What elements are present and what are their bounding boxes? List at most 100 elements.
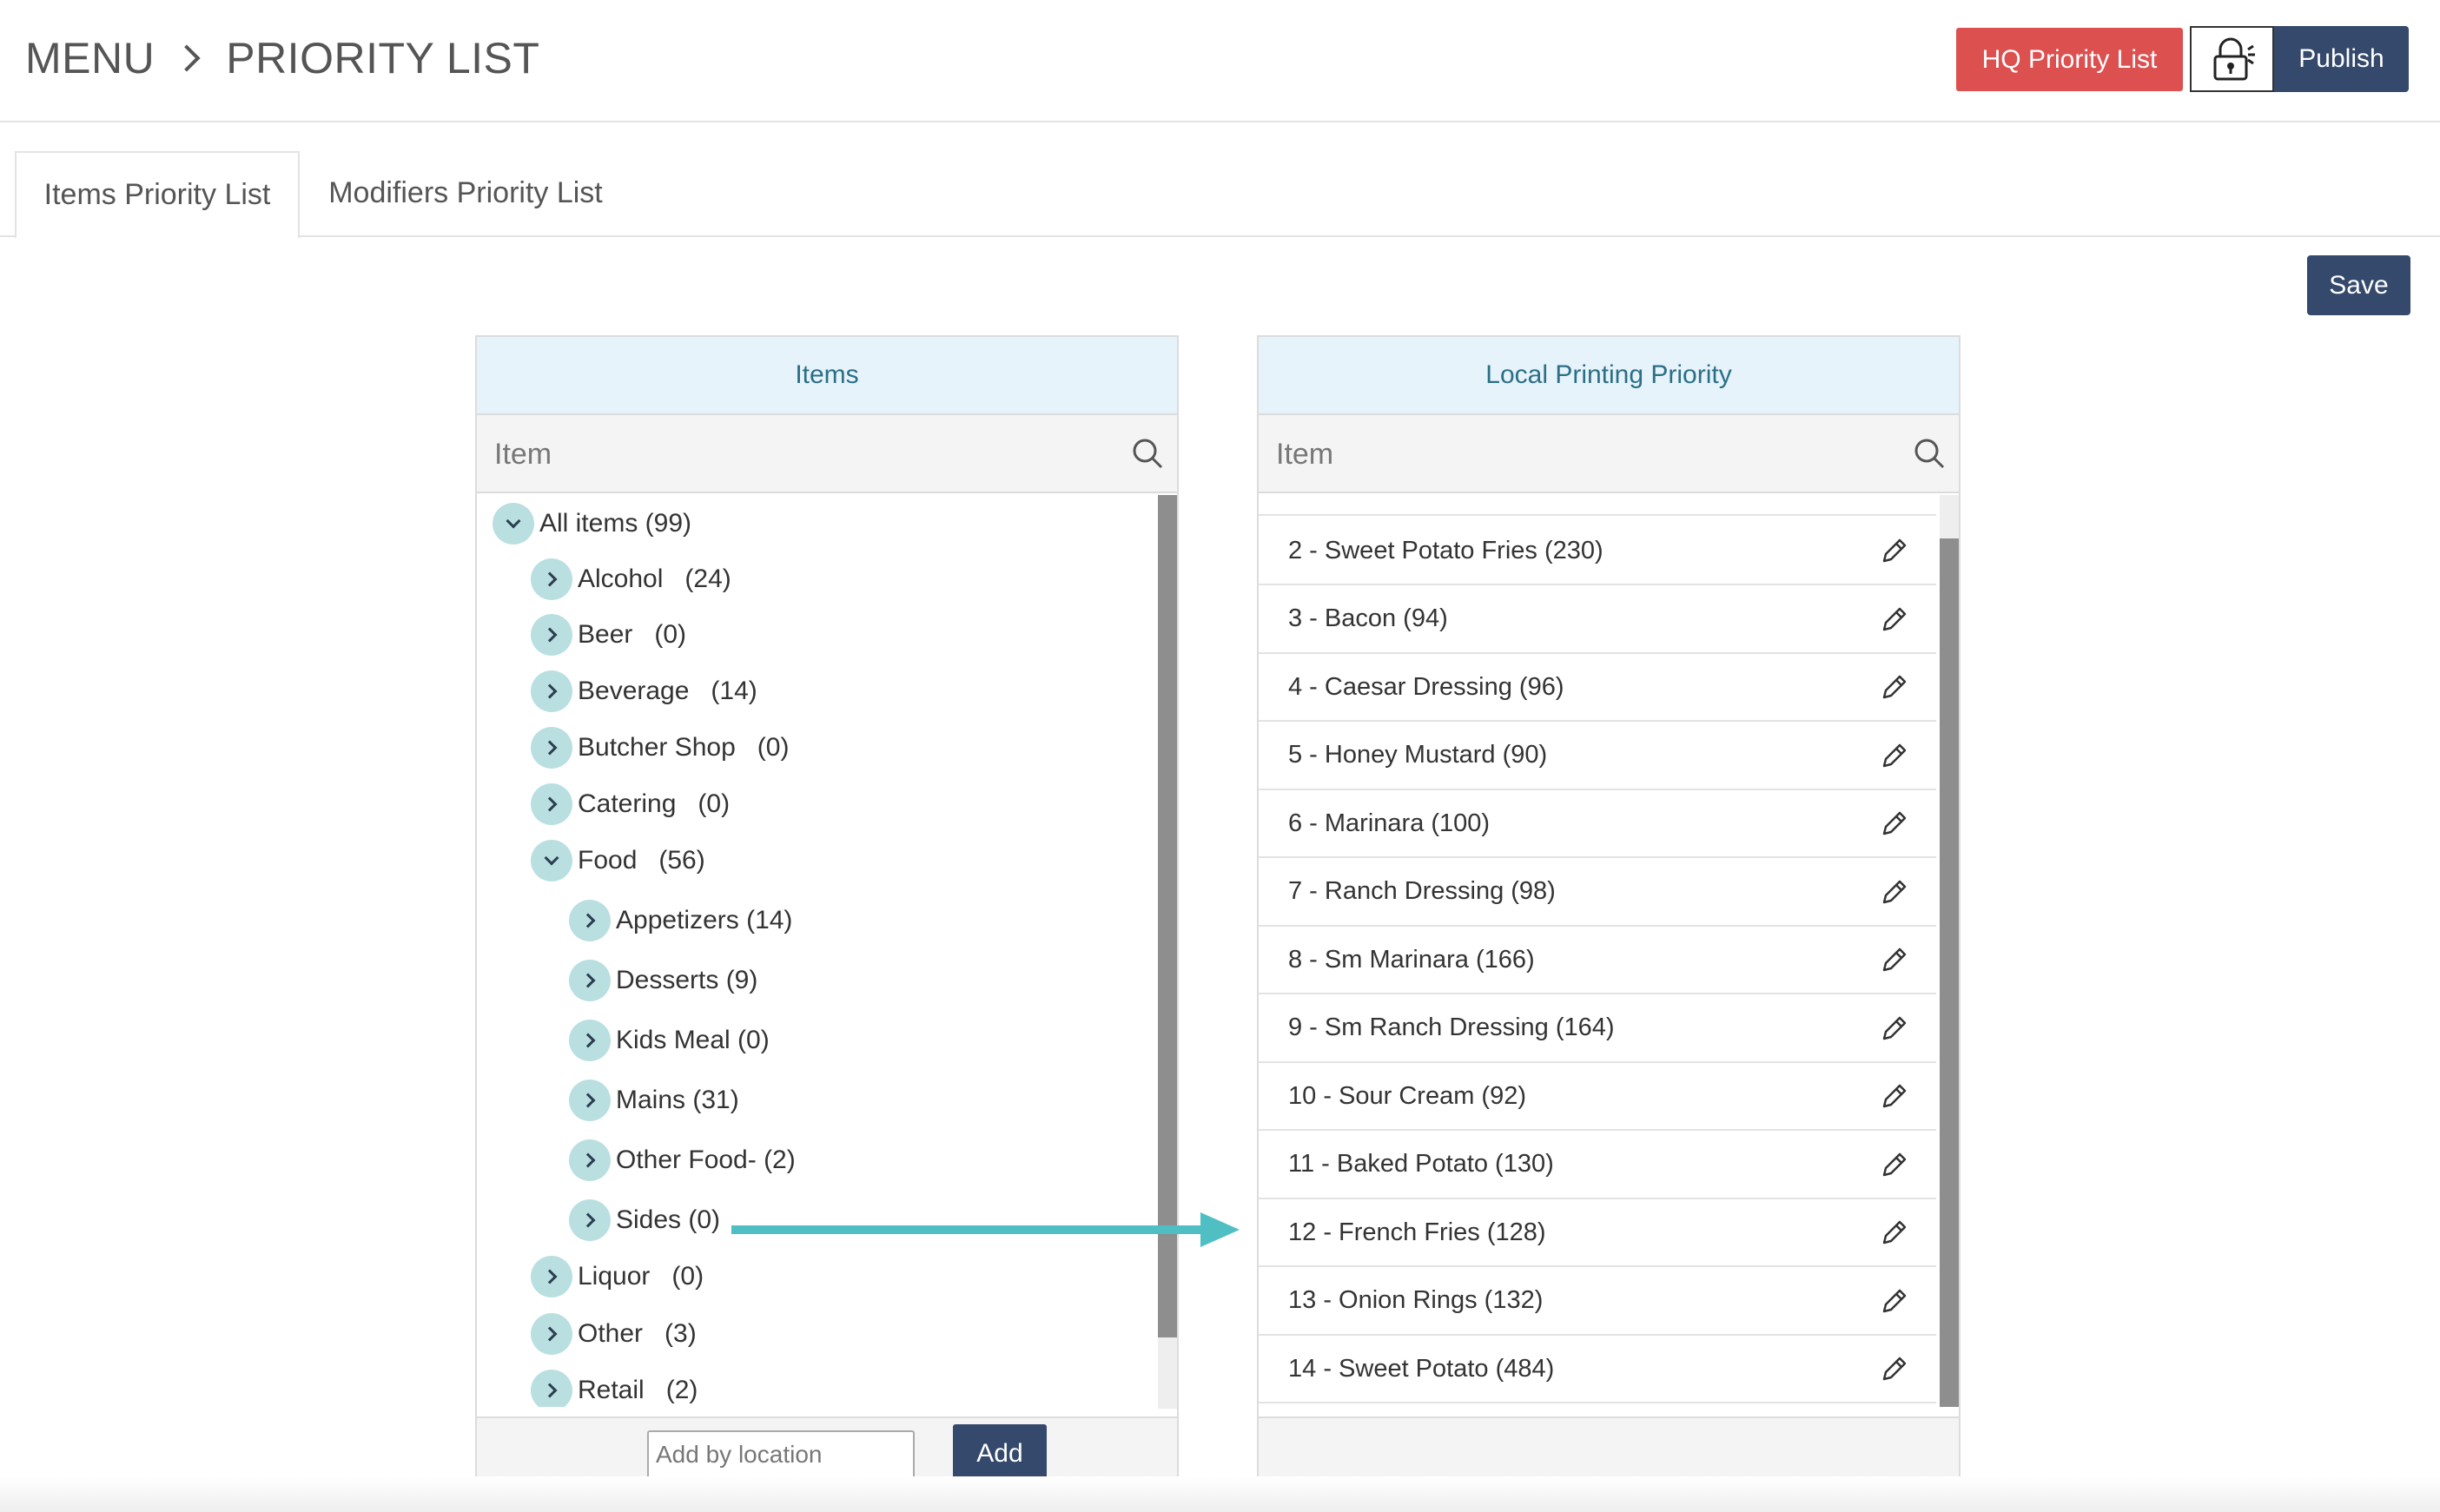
list-item[interactable]: 13 - Onion Rings (132) bbox=[1259, 1268, 1936, 1336]
tab-bar: Items Priority List Modifiers Priority L… bbox=[0, 151, 2440, 239]
chevron-down-icon[interactable] bbox=[493, 503, 534, 545]
tree-item-label: Other (3) bbox=[578, 1319, 697, 1348]
list-item[interactable]: 3 - Bacon (94) bbox=[1259, 586, 1936, 654]
list-item[interactable]: 10 - Sour Cream (92) bbox=[1259, 1063, 1936, 1131]
add-by-location-input[interactable] bbox=[647, 1430, 915, 1479]
priority-scrollbar-thumb[interactable] bbox=[1940, 538, 1959, 1407]
list-item-label: 2 - Sweet Potato Fries (230) bbox=[1288, 536, 1604, 565]
tree-item[interactable]: Other (3) bbox=[531, 1312, 697, 1356]
pencil-icon[interactable] bbox=[1879, 671, 1910, 703]
tree-item[interactable]: Kids Meal (0) bbox=[569, 1019, 770, 1062]
pencil-icon[interactable] bbox=[1879, 1149, 1910, 1180]
tree-item-label: Beer (0) bbox=[578, 620, 687, 649]
tree-item[interactable]: Mains (31) bbox=[569, 1079, 739, 1122]
tree-item[interactable]: Appetizers (14) bbox=[569, 899, 792, 942]
tree-item[interactable]: Food (56) bbox=[531, 839, 705, 882]
list-item[interactable]: 5 - Honey Mustard (90) bbox=[1259, 723, 1936, 790]
tab-items-priority-list[interactable]: Items Priority List bbox=[15, 151, 300, 239]
items-search-row bbox=[477, 415, 1177, 493]
tree-item-label: Butcher Shop (0) bbox=[578, 733, 790, 762]
tree-item[interactable]: Liquor (0) bbox=[531, 1255, 704, 1298]
pencil-icon[interactable] bbox=[1879, 1353, 1910, 1384]
lock-icon bbox=[2213, 37, 2255, 81]
list-item[interactable]: 9 - Sm Ranch Dressing (164) bbox=[1259, 995, 1936, 1063]
priority-search-input[interactable] bbox=[1276, 424, 1849, 485]
list-item[interactable]: 7 - Ranch Dressing (98) bbox=[1259, 859, 1936, 927]
pencil-icon[interactable] bbox=[1879, 1285, 1910, 1317]
items-search-input[interactable] bbox=[494, 424, 1068, 485]
tree-item[interactable]: Desserts (9) bbox=[569, 959, 757, 1002]
chevron-right-icon[interactable] bbox=[531, 614, 572, 656]
pencil-icon[interactable] bbox=[1879, 876, 1910, 908]
chevron-right-icon[interactable] bbox=[531, 783, 572, 825]
tree-item[interactable]: Retail (2) bbox=[531, 1369, 698, 1407]
list-item-label: 4 - Caesar Dressing (96) bbox=[1288, 672, 1564, 701]
items-panel: Items All items (99) Alcohol (24) Beer (0)… bbox=[475, 335, 1179, 1496]
tree-item-label: Food (56) bbox=[578, 846, 705, 875]
chevron-right-icon[interactable] bbox=[569, 900, 611, 941]
tree-item[interactable]: Alcohol (24) bbox=[531, 558, 731, 601]
breadcrumb: MENU PRIORITY LIST bbox=[25, 33, 539, 83]
pencil-icon[interactable] bbox=[1879, 808, 1910, 839]
tree-item[interactable]: Butcher Shop (0) bbox=[531, 726, 789, 769]
publish-button[interactable]: Publish bbox=[2274, 26, 2409, 92]
chevron-right-icon[interactable] bbox=[531, 727, 572, 769]
pencil-icon[interactable] bbox=[1879, 1013, 1910, 1044]
list-item-label: 5 - Honey Mustard (90) bbox=[1288, 741, 1548, 769]
tree-item-label: Alcohol (24) bbox=[578, 565, 731, 593]
tree-item[interactable]: All items (99) bbox=[493, 502, 691, 545]
chevron-right-icon[interactable] bbox=[569, 1199, 611, 1241]
pencil-icon[interactable] bbox=[1879, 740, 1910, 771]
lock-button[interactable] bbox=[2190, 26, 2274, 92]
tab-modifiers-priority-list[interactable]: Modifiers Priority List bbox=[300, 151, 631, 237]
items-scrollbar-thumb[interactable] bbox=[1158, 495, 1177, 1337]
hq-priority-list-button[interactable]: HQ Priority List bbox=[1956, 28, 2183, 91]
tree-item-label: Liquor (0) bbox=[578, 1262, 704, 1291]
items-panel-title: Items bbox=[477, 337, 1177, 415]
save-button[interactable]: Save bbox=[2307, 255, 2410, 315]
list-item[interactable]: 6 - Marinara (100) bbox=[1259, 790, 1936, 858]
list-item[interactable]: 2 - Sweet Potato Fries (230) bbox=[1259, 518, 1936, 585]
tree-item-label: All items (99) bbox=[539, 509, 692, 538]
chevron-right-icon[interactable] bbox=[531, 1313, 572, 1355]
tree-item[interactable]: Catering (0) bbox=[531, 782, 730, 826]
list-item[interactable]: 8 - Sm Marinara (166) bbox=[1259, 927, 1936, 994]
page-title: PRIORITY LIST bbox=[226, 34, 540, 83]
breadcrumb-menu[interactable]: MENU bbox=[25, 33, 155, 83]
list-item[interactable]: 11 - Baked Potato (130) bbox=[1259, 1132, 1936, 1199]
pencil-icon[interactable] bbox=[1879, 1080, 1910, 1112]
pencil-icon[interactable] bbox=[1879, 1217, 1910, 1248]
list-item-label: 7 - Ranch Dressing (98) bbox=[1288, 877, 1556, 905]
chevron-right-icon[interactable] bbox=[569, 960, 611, 1001]
pencil-icon[interactable] bbox=[1879, 944, 1910, 975]
pencil-icon[interactable] bbox=[1879, 535, 1910, 566]
chevron-right-icon[interactable] bbox=[569, 1139, 611, 1181]
chevron-right-icon[interactable] bbox=[569, 1080, 611, 1121]
list-item[interactable]: 14 - Sweet Potato (484) bbox=[1259, 1336, 1936, 1403]
chevron-right-icon[interactable] bbox=[531, 1256, 572, 1297]
tree-item[interactable]: Beverage (14) bbox=[531, 670, 757, 713]
list-item-label: 9 - Sm Ranch Dressing (164) bbox=[1288, 1014, 1615, 1041]
priority-scrollbar[interactable] bbox=[1940, 495, 1959, 1407]
chevron-right-icon[interactable] bbox=[531, 1370, 572, 1407]
chevron-down-icon[interactable] bbox=[531, 840, 572, 881]
tree-item-label: Retail (2) bbox=[578, 1376, 698, 1404]
list-item[interactable]: 4 - Caesar Dressing (96) bbox=[1259, 654, 1936, 722]
search-icon[interactable] bbox=[1912, 436, 1947, 471]
tree-item[interactable]: Sides (0) bbox=[569, 1198, 720, 1242]
list-item[interactable]: 12 - French Fries (128) bbox=[1259, 1199, 1936, 1267]
chevron-right-icon[interactable] bbox=[531, 558, 572, 600]
items-scrollbar[interactable] bbox=[1158, 495, 1177, 1409]
tree-item[interactable]: Beer (0) bbox=[531, 613, 686, 657]
drag-arrow-annotation bbox=[731, 1212, 1240, 1247]
tree-item-label: Mains (31) bbox=[616, 1086, 739, 1114]
tree-item[interactable]: Other Food- (2) bbox=[569, 1139, 796, 1182]
chevron-right-icon[interactable] bbox=[531, 670, 572, 712]
add-button[interactable]: Add bbox=[953, 1424, 1047, 1483]
search-icon[interactable] bbox=[1130, 436, 1165, 471]
list-item-label: 13 - Onion Rings (132) bbox=[1288, 1286, 1544, 1314]
chevron-right-icon[interactable] bbox=[569, 1020, 611, 1061]
top-bar: MENU PRIORITY LIST HQ Priority List Publ… bbox=[0, 0, 2440, 122]
tree-item-label: Beverage (14) bbox=[578, 677, 757, 705]
pencil-icon[interactable] bbox=[1879, 604, 1910, 635]
